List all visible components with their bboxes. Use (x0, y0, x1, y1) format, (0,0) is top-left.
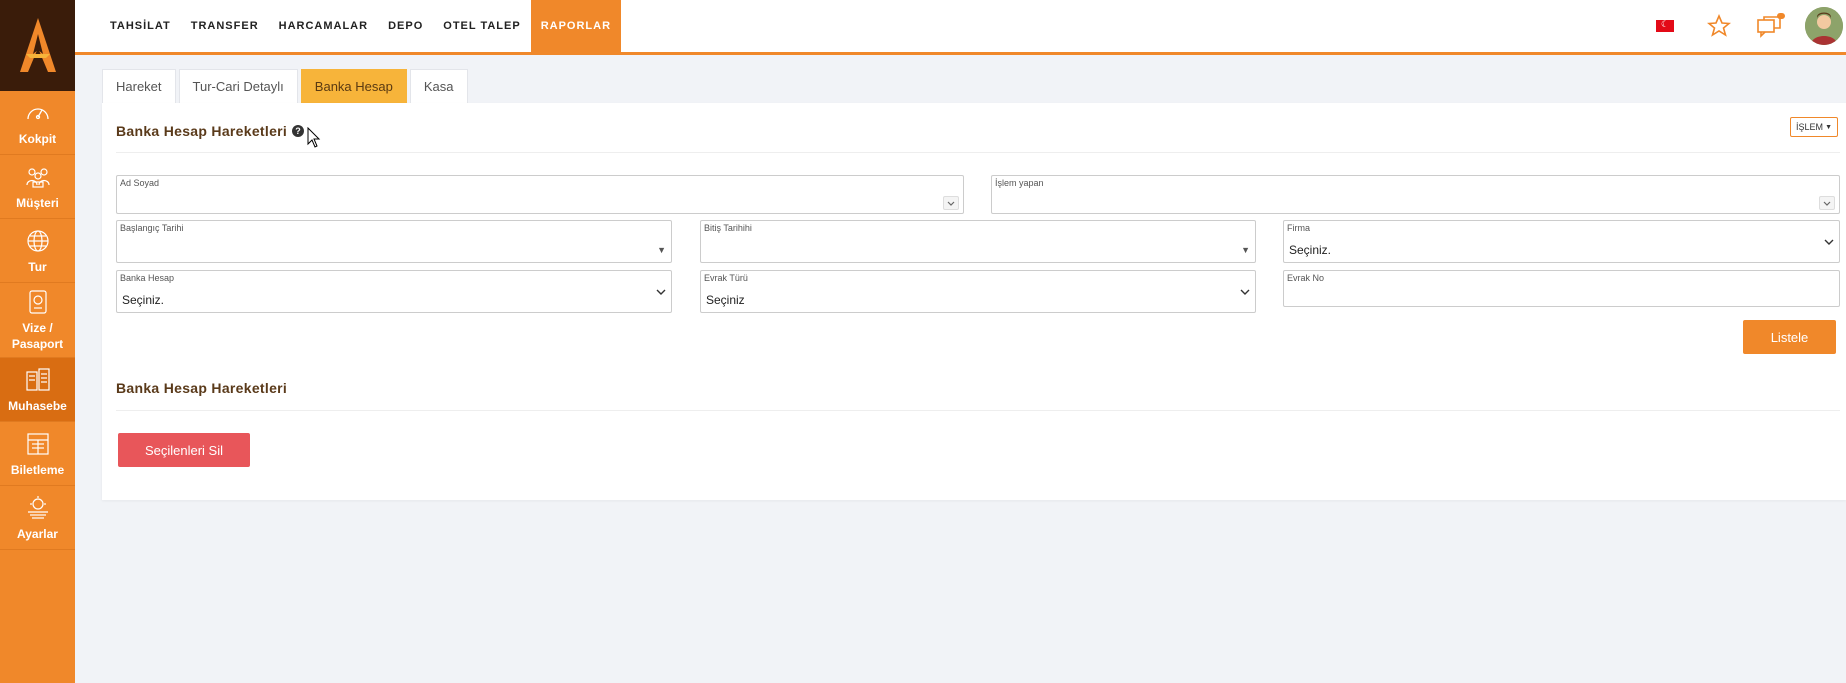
banka-hesap-select[interactable]: Banka Hesap Seçiniz. (116, 270, 672, 313)
tab-banka-hesap[interactable]: Banka Hesap (300, 69, 407, 103)
tab-kasa[interactable]: Kasa (409, 69, 468, 103)
field-label: Bitiş Tarihihi (704, 223, 752, 233)
field-value: Seçiniz (706, 293, 745, 307)
globe-icon (26, 229, 49, 252)
field-label: Ad Soyad (120, 178, 160, 188)
help-icon[interactable]: ? (292, 125, 305, 137)
field-label: Başlangıç Tarihi (120, 223, 184, 233)
page-title: Banka Hesap Hareketleri ? (116, 123, 305, 139)
accounting-icon (25, 367, 50, 391)
field-label: İşlem yapan (995, 178, 1044, 188)
caret-down-icon: ▼ (657, 245, 666, 255)
chevron-down-icon (1819, 196, 1835, 210)
sidebar-item-label: Müşteri (16, 195, 59, 210)
topnav-transfer[interactable]: TRANSFER (181, 0, 269, 52)
chevron-down-icon (943, 196, 959, 210)
topnav-depo[interactable]: DEPO (378, 0, 433, 52)
section-title: Banka Hesap Hareketleri (116, 380, 288, 396)
field-label: Banka Hesap (120, 273, 175, 283)
topnav-raporlar[interactable]: RAPORLAR (530, 0, 622, 52)
logo[interactable] (0, 0, 75, 91)
messages-icon[interactable] (1755, 12, 1785, 40)
ticket-icon (26, 432, 49, 455)
top-right-actions (1656, 0, 1846, 52)
sidebar-item-musteri[interactable]: Müşteri (0, 155, 75, 219)
sidebar-item-ayarlar[interactable]: Ayarlar (0, 486, 75, 550)
avatar[interactable] (1805, 7, 1843, 45)
sidebar: Kokpit Müşteri Tur Vize / Pasaport Muhas… (0, 0, 75, 683)
tab-tur-cari-detayli[interactable]: Tur-Cari Detaylı (178, 69, 298, 103)
field-label: Evrak No (1287, 273, 1325, 283)
sidebar-item-label: Biletleme (10, 462, 65, 477)
notification-badge (1777, 13, 1785, 19)
bitis-tarihi-field[interactable]: Bitiş Tarihihi ▼ (700, 220, 1256, 263)
chevron-down-icon (656, 289, 666, 295)
sidebar-item-biletleme[interactable]: Biletleme (0, 422, 75, 486)
divider (116, 152, 1840, 153)
sidebar-item-label: Vize / Pasaport (11, 321, 64, 351)
evrak-turu-select[interactable]: Evrak Türü Seçiniz (700, 270, 1256, 313)
sidebar-item-muhasebe[interactable]: Muhasebe (0, 358, 75, 422)
turkish-flag-icon[interactable] (1656, 19, 1674, 32)
field-value: Seçiniz. (122, 293, 165, 307)
field-label: Firma (1287, 223, 1310, 233)
topnav-harcamalar[interactable]: HARCAMALAR (269, 0, 378, 52)
field-value: Seçiniz. (1289, 243, 1332, 257)
listele-button[interactable]: Listele (1743, 320, 1836, 354)
islem-yapan-select[interactable]: İşlem yapan (991, 175, 1840, 214)
sidebar-item-tur[interactable]: Tur (0, 219, 75, 283)
customers-icon (25, 167, 50, 188)
top-bar: TAHSİLAT TRANSFER HARCAMALAR DEPO OTEL T… (75, 0, 1846, 55)
islem-label: İŞLEM (1796, 122, 1824, 132)
page-title-text: Banka Hesap Hareketleri (116, 123, 288, 139)
firma-select[interactable]: Firma Seçiniz. (1283, 220, 1840, 263)
mouse-cursor-icon (307, 127, 321, 148)
top-menu: TAHSİLAT TRANSFER HARCAMALAR DEPO OTEL T… (100, 0, 622, 52)
tab-hareket[interactable]: Hareket (102, 69, 176, 103)
chevron-down-icon (1824, 239, 1834, 245)
islem-dropdown-button[interactable]: İŞLEM ▼ (1790, 117, 1838, 137)
settings-icon (27, 495, 48, 519)
evrak-no-input[interactable]: Evrak No (1283, 270, 1840, 307)
sidebar-item-label: Tur (28, 259, 47, 274)
sidebar-item-kokpit[interactable]: Kokpit (0, 91, 75, 155)
caret-down-icon: ▼ (1825, 123, 1832, 131)
chevron-down-icon (1240, 289, 1250, 295)
sidebar-item-label: Ayarlar (17, 526, 58, 541)
star-icon[interactable] (1705, 12, 1733, 40)
caret-down-icon: ▼ (1241, 245, 1250, 255)
sidebar-item-label: Muhasebe (8, 398, 67, 413)
divider (116, 410, 1840, 411)
field-label: Evrak Türü (704, 273, 748, 283)
plane-logo-icon (19, 17, 56, 72)
ad-soyad-select[interactable]: Ad Soyad (116, 175, 964, 214)
passport-icon (28, 290, 47, 314)
topnav-otel-talep[interactable]: OTEL TALEP (433, 0, 530, 52)
topnav-tahsilat[interactable]: TAHSİLAT (100, 0, 181, 52)
speedometer-icon (26, 107, 49, 119)
report-tabs: Hareket Tur-Cari Detaylı Banka Hesap Kas… (102, 69, 471, 103)
secilenleri-sil-button[interactable]: Seçilenleri Sil (118, 433, 250, 467)
baslangic-tarihi-field[interactable]: Başlangıç Tarihi ▼ (116, 220, 672, 263)
main-card: Banka Hesap Hareketleri ? İŞLEM ▼ Ad Soy… (102, 103, 1846, 500)
sidebar-item-label: Kokpit (18, 131, 57, 146)
sidebar-item-vize-pasaport[interactable]: Vize / Pasaport (0, 283, 75, 358)
